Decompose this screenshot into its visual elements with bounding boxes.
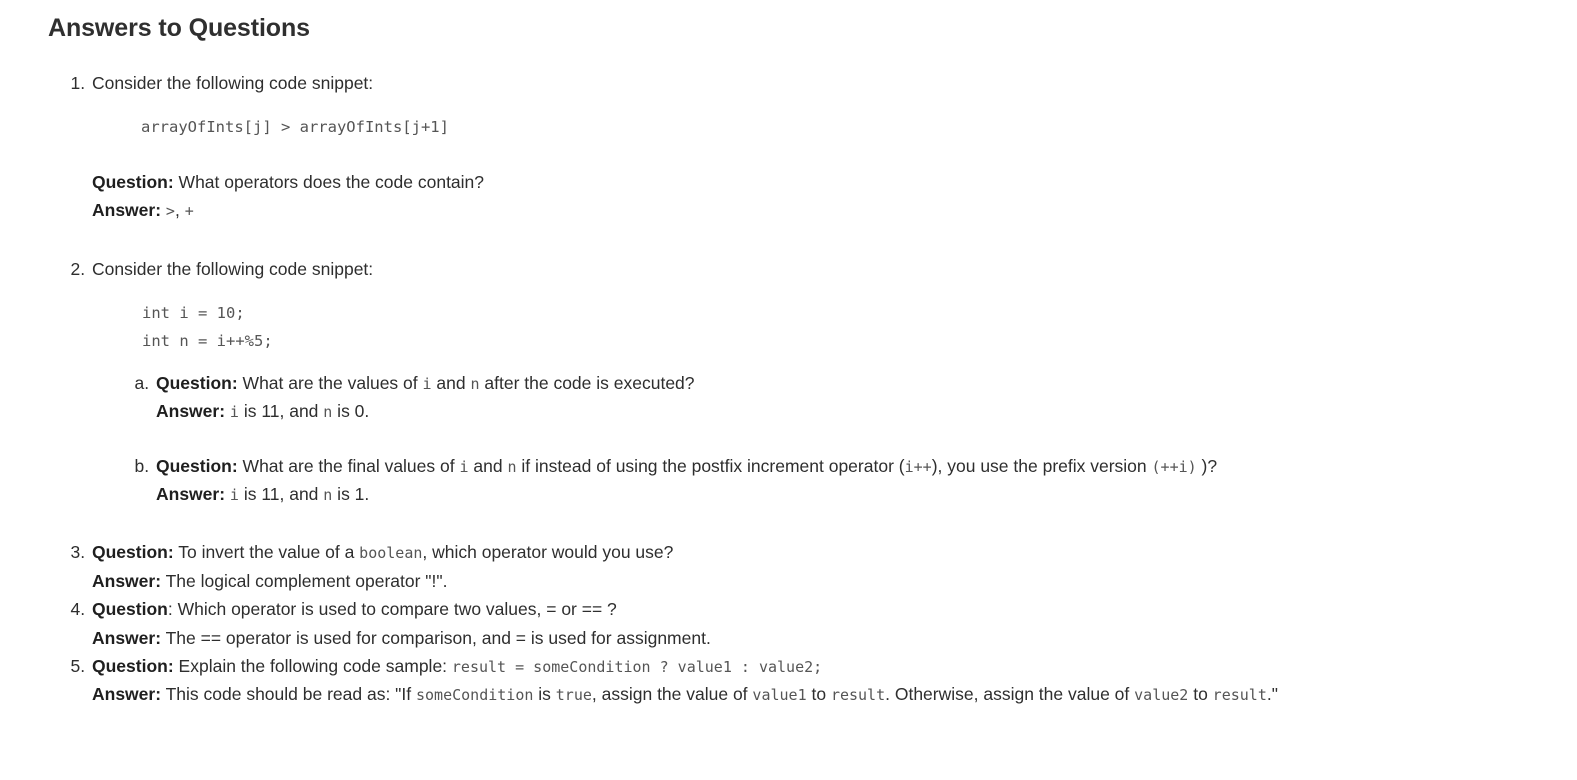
sub-item-a: Question: What are the values of i and n… (154, 369, 1577, 452)
item-3-q-part2: , which operator would you use? (422, 542, 674, 563)
question-label: Question (92, 599, 168, 620)
item-5-a-part2: is (533, 684, 556, 705)
item-3-answer-text: The logical complement operator "!". (165, 570, 448, 591)
sub-a-q-code2: n (470, 375, 480, 394)
sub-item-b-answer: Answer: i is 11, and n is 1. (156, 480, 1577, 508)
question-label: Question: (156, 455, 238, 476)
sub-item-a-answer: Answer: i is 11, and n is 0. (156, 397, 1577, 425)
list-item-5: Question: Explain the following code sam… (90, 652, 1577, 709)
item-1-question-text: What operators does the code contain? (178, 171, 485, 192)
sub-a-a-part1: is 11, and (238, 401, 324, 422)
sub-item-b: Question: What are the final values of i… (154, 452, 1577, 509)
sub-b-q-part2: and (468, 455, 508, 476)
answer-label: Answer: (156, 484, 226, 505)
sub-a-q-part2: and (431, 373, 471, 394)
item-5-a-part3: , assign the value of (591, 684, 753, 705)
item-5-a-part5: . Otherwise, assign the value of (885, 684, 1135, 705)
item-4-question: Question: Which operator is used to comp… (92, 595, 1577, 623)
sub-b-a-part2: is 1. (332, 484, 370, 505)
item-5-a-code6: result (1212, 686, 1267, 705)
item-4-answer: Answer: The == operator is used for comp… (92, 624, 1577, 652)
sub-a-q-part3: after the code is executed? (479, 373, 695, 394)
item-5-answer: Answer: This code should be read as: "If… (92, 680, 1577, 708)
question-label: Question: (92, 171, 174, 192)
item-5-q-part1: Explain the following code sample: (178, 655, 452, 676)
answers-list: Consider the following code snippet: arr… (0, 69, 1577, 709)
item-3-answer: Answer: The logical complement operator … (92, 567, 1577, 595)
sub-a-a-code2: n (323, 403, 333, 422)
sub-b-q-part3: if instead of using the postfix incremen… (516, 455, 905, 476)
answer-label: Answer: (92, 570, 162, 591)
item-5-a-part4: to (806, 684, 831, 705)
answer-label: Answer: (156, 401, 226, 422)
list-item-1: Consider the following code snippet: arr… (90, 69, 1577, 255)
item-5-a-code2: true (555, 686, 592, 705)
sub-b-a-code1: i (229, 486, 239, 505)
item-2-sub-list: Question: What are the values of i and n… (92, 369, 1577, 508)
item-3-q-part1: To invert the value of a (178, 542, 360, 563)
item-1-question: Question: What operators does the code c… (92, 168, 1577, 196)
sub-b-q-part1: What are the final values of (242, 455, 460, 476)
item-5-a-part6: to (1188, 684, 1213, 705)
sub-item-b-question: Question: What are the final values of i… (156, 452, 1577, 480)
question-label: Question: (92, 655, 174, 676)
item-1-answer-separator: , (174, 200, 180, 221)
item-1-lead: Consider the following code snippet: (92, 73, 374, 93)
answer-label: Answer: (92, 627, 162, 648)
item-3-question: Question: To invert the value of a boole… (92, 538, 1577, 566)
item-5-a-code3: value1 (752, 686, 807, 705)
item-5-q-code1: result = someCondition ? value1 : value2… (451, 657, 823, 676)
question-colon: : (167, 599, 173, 620)
item-4-q-part1: Which operator is used to compare two va… (177, 599, 617, 620)
item-5-a-part7: ." (1266, 684, 1278, 705)
question-label: Question: (156, 373, 238, 394)
item-1-answer-code-1: > (165, 202, 175, 221)
item-5-a-code4: result (830, 686, 886, 705)
sub-b-a-part1: is 11, and (238, 484, 324, 505)
sub-b-q-code1: i (459, 457, 469, 476)
sub-b-q-part4: ), you use the prefix version (931, 455, 1152, 476)
item-5-a-code5: value2 (1134, 686, 1189, 705)
sub-a-a-code1: i (229, 403, 239, 422)
item-4-answer-text: The == operator is used for comparison, … (165, 627, 711, 648)
sub-a-q-part1: What are the values of (242, 373, 423, 394)
page-title: Answers to Questions (48, 14, 310, 42)
answer-label: Answer: (92, 200, 162, 221)
item-1-answer-code-2: + (184, 202, 194, 221)
list-item-2: Consider the following code snippet: int… (90, 255, 1577, 539)
item-3-q-code1: boolean (359, 544, 423, 563)
item-5-question: Question: Explain the following code sam… (92, 652, 1577, 680)
answer-label: Answer: (92, 684, 162, 705)
item-1-answer: Answer: >, + (92, 196, 1577, 224)
sub-item-a-question: Question: What are the values of i and n… (156, 369, 1577, 397)
item-5-a-code1: someCondition (415, 686, 534, 705)
list-item-3: Question: To invert the value of a boole… (90, 538, 1577, 595)
item-1-code-block: arrayOfInts[j] > arrayOfInts[j+1] (141, 118, 449, 137)
sub-a-a-part2: is 0. (332, 401, 370, 422)
document-page: Answers to Questions Consider the follow… (0, 0, 1577, 709)
sub-a-q-code1: i (422, 375, 432, 394)
item-5-a-part1: This code should be read as: "If (165, 684, 416, 705)
item-2-lead: Consider the following code snippet: (92, 258, 374, 279)
question-label: Question: (92, 542, 174, 563)
sub-b-a-code2: n (323, 486, 333, 505)
item-2-code-block: int i = 10; int n = i++%5; (142, 303, 273, 350)
sub-b-q-code4: (++i) (1151, 457, 1197, 476)
sub-b-q-code3: i++ (904, 457, 932, 476)
sub-b-q-part5: )? (1196, 455, 1218, 476)
list-item-4: Question: Which operator is used to comp… (90, 595, 1577, 652)
